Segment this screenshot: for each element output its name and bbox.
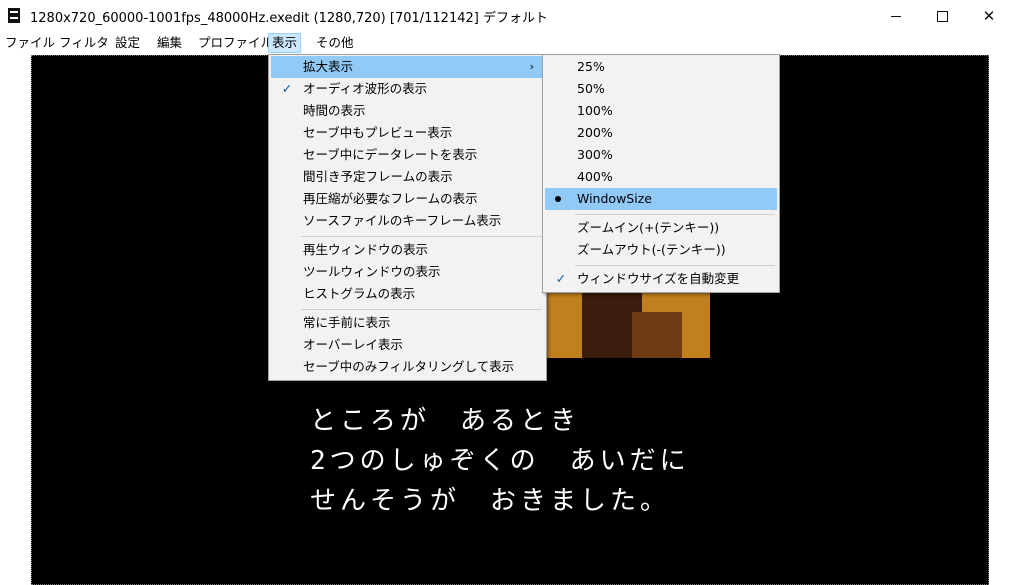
menu-separator — [301, 236, 542, 237]
menu-item-playback-window[interactable]: 再生ウィンドウの表示 — [271, 239, 544, 261]
minimize-button[interactable] — [873, 0, 919, 32]
menu-item-tool-window[interactable]: ツールウィンドウの表示 — [271, 261, 544, 283]
menu-settings[interactable]: 設定 — [112, 34, 143, 52]
preview-text-line-3: せんそうが おきました。 — [310, 486, 671, 516]
preview-text-line-1: ところが あるとき — [310, 406, 581, 436]
zoom-option-400[interactable]: 400% — [545, 166, 777, 188]
menu-other[interactable]: その他 — [313, 34, 357, 52]
zoom-in-item[interactable]: ズームイン(+(テンキー)) — [545, 217, 777, 239]
checkmark-icon: ✓ — [555, 271, 567, 286]
app-icon[interactable] — [8, 8, 20, 23]
menu-item-recompress-frames[interactable]: 再圧縮が必要なフレームの表示 — [271, 188, 544, 210]
menu-bar: ファイル フィルタ 設定 編集 プロファイル 表示 その他 — [0, 32, 1012, 54]
menu-item-always-on-top[interactable]: 常に手前に表示 — [271, 312, 544, 334]
maximize-icon — [936, 10, 948, 22]
close-icon: ✕ — [982, 7, 996, 25]
view-menu-dropdown: 拡大表示 › ✓ オーディオ波形の表示 時間の表示 セーブ中もプレビュー表示 セ… — [268, 54, 547, 381]
minimize-icon — [891, 15, 901, 17]
menu-item-decimated-frames[interactable]: 間引き予定フレームの表示 — [271, 166, 544, 188]
checkmark-icon: ✓ — [281, 81, 293, 96]
zoom-option-200[interactable]: 200% — [545, 122, 777, 144]
zoom-option-25[interactable]: 25% — [545, 56, 777, 78]
menu-file[interactable]: ファイル — [2, 34, 58, 52]
menu-item-source-keyframes[interactable]: ソースファイルのキーフレーム表示 — [271, 210, 544, 232]
chevron-right-icon: › — [529, 60, 534, 73]
preview-text-line-2: 2つのしゅぞくの あいだに — [310, 446, 690, 476]
menu-separator — [575, 265, 775, 266]
zoom-option-50[interactable]: 50% — [545, 78, 777, 100]
menu-item-zoom[interactable]: 拡大表示 › — [271, 56, 544, 78]
menu-item-overlay[interactable]: オーバーレイ表示 — [271, 334, 544, 356]
maximize-button[interactable] — [919, 0, 965, 32]
menu-item-audio-waveform[interactable]: ✓ オーディオ波形の表示 — [271, 78, 544, 100]
menu-item-histogram[interactable]: ヒストグラムの表示 — [271, 283, 544, 305]
close-button[interactable]: ✕ — [966, 0, 1012, 32]
menu-profile[interactable]: プロファイル — [195, 34, 276, 52]
radio-dot-icon — [555, 196, 561, 202]
zoom-out-item[interactable]: ズームアウト(-(テンキー)) — [545, 239, 777, 261]
menu-separator — [575, 214, 775, 215]
zoom-option-100[interactable]: 100% — [545, 100, 777, 122]
menu-item-filter-while-saving[interactable]: セーブ中のみフィルタリングして表示 — [271, 356, 544, 378]
zoom-submenu: 25% 50% 100% 200% 300% 400% WindowSize ズ… — [542, 54, 780, 293]
title-bar: 1280x720_60000-1001fps_48000Hz.exedit (1… — [0, 0, 1012, 32]
zoom-option-windowsize[interactable]: WindowSize — [545, 188, 777, 210]
menu-item-show-time[interactable]: 時間の表示 — [271, 100, 544, 122]
auto-resize-window-item[interactable]: ✓ ウィンドウサイズを自動変更 — [545, 268, 777, 290]
window-title: 1280x720_60000-1001fps_48000Hz.exedit (1… — [30, 11, 548, 26]
menu-item-datarate-while-saving[interactable]: セーブ中にデータレートを表示 — [271, 144, 544, 166]
preview-frame-image — [542, 292, 710, 358]
menu-separator — [301, 309, 542, 310]
menu-item-preview-while-saving[interactable]: セーブ中もプレビュー表示 — [271, 122, 544, 144]
menu-view[interactable]: 表示 — [268, 33, 302, 53]
menu-edit[interactable]: 編集 — [154, 34, 185, 52]
menu-filter[interactable]: フィルタ — [56, 34, 112, 52]
zoom-option-300[interactable]: 300% — [545, 144, 777, 166]
